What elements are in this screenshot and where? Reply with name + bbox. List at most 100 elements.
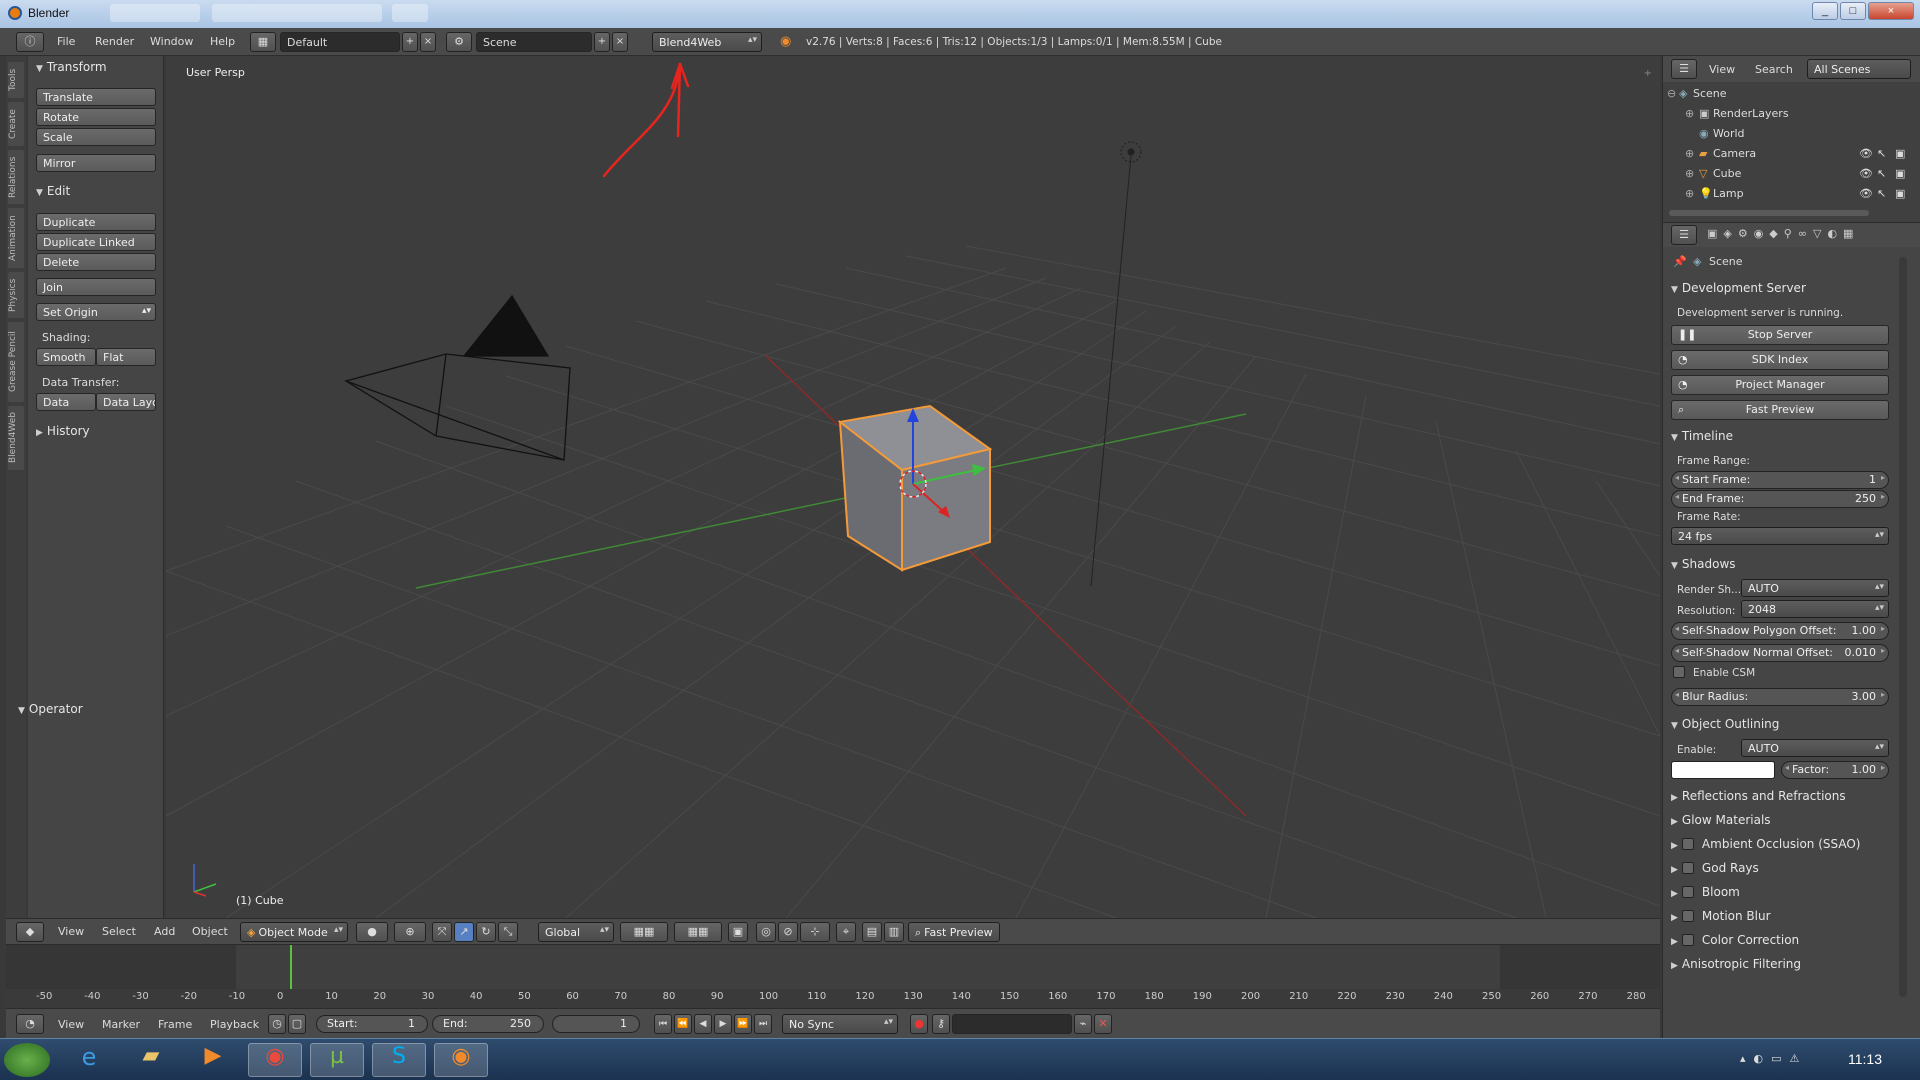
frame-ruler[interactable]: -50 -40 -30 -20 -10 0 10 20 30 40 50 60 70 80 90 100 110…: [6, 989, 1660, 1009]
checkbox-icon[interactable]: [1681, 862, 1694, 874]
render-camera-icon[interactable]: ▣: [1895, 167, 1905, 180]
menu-file[interactable]: File: [57, 35, 75, 48]
outliner-row-lamp[interactable]: ⊕ 💡 Lamp 👁 ↖ ▣: [1663, 184, 1909, 204]
remove-screen-icon[interactable]: ×: [420, 32, 436, 52]
outliner-row-world[interactable]: ◉ World: [1663, 124, 1909, 144]
timeline-panel-header[interactable]: ▼ Timeline: [1671, 429, 1733, 443]
select-arrow-icon[interactable]: ↖: [1877, 147, 1886, 160]
glow-panel-header[interactable]: ▶ Glow Materials: [1671, 813, 1771, 827]
menu-render[interactable]: Render: [95, 35, 134, 48]
pivot-point-icon[interactable]: ⊕: [394, 922, 426, 942]
menu-window[interactable]: Window: [150, 35, 193, 48]
bloom-panel-header[interactable]: ▶ Bloom: [1671, 885, 1740, 899]
menu-view[interactable]: View: [1709, 63, 1735, 76]
render-camera-icon[interactable]: ▣: [1895, 187, 1905, 200]
blender-taskbar-icon[interactable]: ◉: [434, 1043, 488, 1077]
menu-marker[interactable]: Marker: [102, 1018, 140, 1031]
select-arrow-icon[interactable]: ↖: [1877, 167, 1886, 180]
add-screen-icon[interactable]: +: [402, 32, 418, 52]
add-scene-icon[interactable]: +: [594, 32, 610, 52]
join-button[interactable]: Join: [36, 278, 156, 296]
outline-factor-field[interactable]: ◂ Factor: 1.00 ▸: [1781, 761, 1889, 779]
screen-layout-field[interactable]: Default: [280, 32, 400, 52]
utorrent-icon[interactable]: µ: [310, 1043, 364, 1077]
stop-server-button[interactable]: ❚❚ Stop Server: [1671, 325, 1889, 345]
visibility-eye-icon[interactable]: 👁: [1859, 187, 1873, 200]
tab-blend4web[interactable]: Blend4Web: [8, 406, 24, 470]
snap-target-icon[interactable]: ⌖: [836, 922, 856, 942]
skype-icon[interactable]: S: [372, 1043, 426, 1077]
system-tray-icons[interactable]: ▴◐▭⚠: [1740, 1052, 1807, 1065]
transform-panel-header[interactable]: ▼ Transform: [36, 60, 107, 74]
outlining-panel-header[interactable]: ▼ Object Outlining: [1671, 717, 1779, 731]
enable-csm-checkbox[interactable]: Enable CSM: [1673, 666, 1755, 679]
translate-button[interactable]: Translate: [36, 88, 156, 106]
blur-radius-field[interactable]: ◂ Blur Radius: 3.00 ▸: [1671, 688, 1889, 706]
next-keyframe-icon[interactable]: ⏩: [734, 1014, 752, 1034]
scene-field[interactable]: Scene: [476, 32, 592, 52]
flat-button[interactable]: Flat: [96, 348, 156, 366]
menu-playback[interactable]: Playback: [210, 1018, 259, 1031]
outliner-row-camera[interactable]: ⊕ ▰ Camera 👁 ↖ ▣: [1663, 144, 1909, 164]
proportional-edit-icon[interactable]: ◎: [756, 922, 776, 942]
fast-preview-button[interactable]: ⌕ Fast Preview: [1671, 400, 1889, 420]
tab-physics[interactable]: Physics: [8, 272, 24, 318]
end-frame-field[interactable]: End: 250: [432, 1015, 544, 1033]
render-shadows-dropdown[interactable]: AUTO ▴▾: [1741, 579, 1889, 597]
anisotropic-panel-header[interactable]: ▶ Anisotropic Filtering: [1671, 957, 1801, 971]
prev-keyframe-icon[interactable]: ⏪: [674, 1014, 692, 1034]
start-frame-field[interactable]: Start: 1: [316, 1015, 428, 1033]
outliner-row-cube[interactable]: ⊕ ▽ Cube 👁 ↖ ▣: [1663, 164, 1909, 184]
keying-set-field[interactable]: [952, 1014, 1072, 1034]
smooth-button[interactable]: Smooth: [36, 348, 96, 366]
rotate-button[interactable]: Rotate: [36, 108, 156, 126]
start-button-icon[interactable]: [4, 1043, 50, 1077]
insert-keyframe-icon[interactable]: ⌁: [1074, 1014, 1092, 1034]
tab-animation[interactable]: Animation: [8, 208, 24, 268]
tab-tools[interactable]: Tools: [8, 62, 24, 98]
menu-select[interactable]: Select: [102, 925, 136, 938]
scale-button[interactable]: Scale: [36, 128, 156, 146]
mirror-button[interactable]: Mirror: [36, 154, 156, 172]
checkbox-icon[interactable]: [1681, 838, 1694, 850]
manipulator-toggle-icon[interactable]: ⤧: [432, 922, 452, 942]
checkbox-icon[interactable]: [1681, 934, 1694, 946]
delete-keyframe-icon[interactable]: ✕: [1094, 1014, 1112, 1034]
sync-dropdown[interactable]: No Sync ▴▾: [782, 1014, 898, 1034]
outliner-row-renderlayers[interactable]: ⊕ ▣ RenderLayers: [1663, 104, 1909, 124]
record-icon[interactable]: ●: [910, 1014, 928, 1034]
play-icon[interactable]: ▶: [714, 1014, 732, 1034]
duplicate-linked-button[interactable]: Duplicate Linked: [36, 233, 156, 251]
outliner-scrollbar[interactable]: [1669, 210, 1869, 216]
god-rays-panel-header[interactable]: ▶ God Rays: [1671, 861, 1759, 875]
mode-dropdown[interactable]: ◈ Object Mode ▴▾: [240, 922, 348, 942]
data-button[interactable]: Data: [36, 393, 96, 411]
tab-create[interactable]: Create: [8, 102, 24, 146]
data-layout-button[interactable]: Data Layo: [96, 393, 156, 411]
jump-end-icon[interactable]: ⏭: [754, 1014, 772, 1034]
layer-lock-icon[interactable]: ▣: [728, 922, 748, 942]
translate-manipulator-icon[interactable]: ↗: [454, 922, 474, 942]
properties-scrollbar[interactable]: [1899, 257, 1907, 997]
frame-rate-dropdown[interactable]: 24 fps ▴▾: [1671, 527, 1889, 545]
motion-blur-panel-header[interactable]: ▶ Motion Blur: [1671, 909, 1771, 923]
current-frame-marker[interactable]: [290, 945, 292, 989]
viewport-shading-icon[interactable]: ●: [356, 922, 388, 942]
edit-panel-header[interactable]: ▼ Edit: [36, 184, 70, 198]
history-panel-header[interactable]: ▶ History: [36, 424, 90, 438]
checkbox-icon[interactable]: [1681, 910, 1694, 922]
menu-help[interactable]: Help: [210, 35, 235, 48]
3d-viewport[interactable]: User Persp (1) Cube +: [166, 56, 1660, 918]
layers-grid-icon[interactable]: ▦▦: [620, 922, 668, 942]
polygon-offset-field[interactable]: ◂ Self-Shadow Polygon Offset: 1.00 ▸: [1671, 622, 1889, 640]
duplicate-button[interactable]: Duplicate: [36, 213, 156, 231]
menu-view[interactable]: View: [58, 1018, 84, 1031]
reflections-panel-header[interactable]: ▶ Reflections and Refractions: [1671, 789, 1846, 803]
menu-object[interactable]: Object: [192, 925, 228, 938]
color-correction-panel-header[interactable]: ▶ Color Correction: [1671, 933, 1799, 947]
end-frame-field[interactable]: ◂ End Frame: 250 ▸: [1671, 490, 1889, 508]
tab-relations[interactable]: Relations: [8, 150, 24, 204]
visibility-eye-icon[interactable]: 👁: [1859, 147, 1873, 160]
editor-type-icon[interactable]: ☰: [1671, 225, 1697, 245]
fast-preview-button[interactable]: ⌕ Fast Preview: [908, 922, 1000, 942]
